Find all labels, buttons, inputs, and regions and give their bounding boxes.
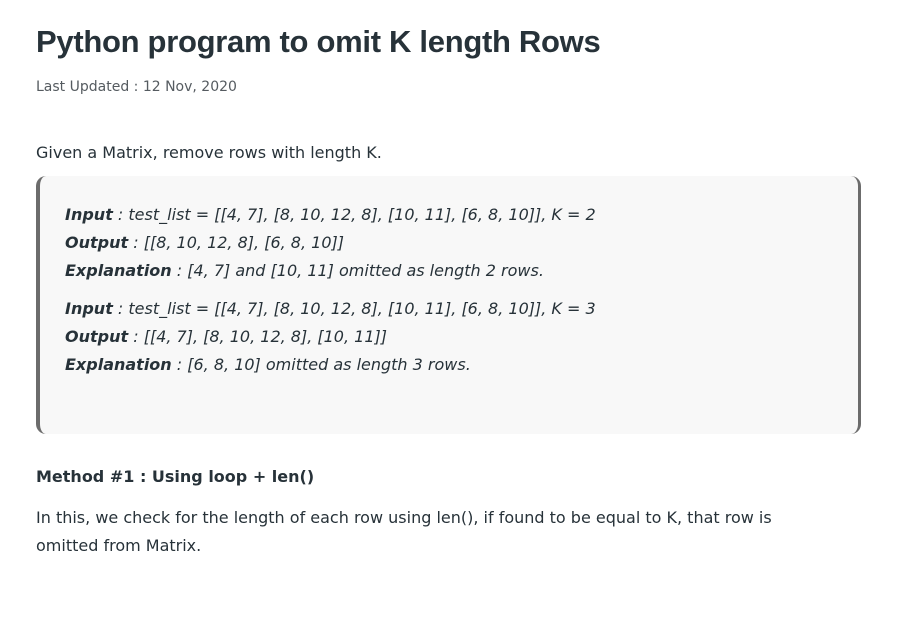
intro-paragraph: Given a Matrix, remove rows with length … [36, 143, 382, 162]
output-value: : [[8, 10, 12, 8], [6, 8, 10]] [128, 233, 344, 252]
example-explanation-line: Explanation : [4, 7] and [10, 11] omitte… [65, 257, 596, 285]
explanation-value: : [6, 8, 10] omitted as length 3 rows. [171, 355, 471, 374]
explanation-label: Explanation [65, 261, 172, 280]
output-label: Output [65, 327, 129, 346]
explanation-label: Explanation [65, 355, 172, 374]
explanation-value: : [4, 7] and [10, 11] omitted as length … [171, 261, 544, 280]
example-output-line: Output : [[4, 7], [8, 10, 12, 8], [10, 1… [65, 323, 596, 351]
example-2: Input : test_list = [[4, 7], [8, 10, 12,… [65, 295, 596, 379]
example-output-line: Output : [[8, 10, 12, 8], [6, 8, 10]] [65, 229, 596, 257]
input-value: : test_list = [[4, 7], [8, 10, 12, 8], [… [112, 205, 596, 224]
method-description: In this, we check for the length of each… [36, 508, 772, 555]
example-box: Input : test_list = [[4, 7], [8, 10, 12,… [36, 176, 861, 434]
example-1: Input : test_list = [[4, 7], [8, 10, 12,… [65, 201, 596, 285]
input-value: : test_list = [[4, 7], [8, 10, 12, 8], [… [112, 299, 596, 318]
last-updated-date: Last Updated : 12 Nov, 2020 [36, 79, 237, 95]
example-input-line: Input : test_list = [[4, 7], [8, 10, 12,… [65, 201, 596, 229]
method-heading: Method #1 : Using loop + len() [36, 467, 315, 486]
input-label: Input [65, 205, 113, 224]
input-label: Input [65, 299, 113, 318]
output-value: : [[4, 7], [8, 10, 12, 8], [10, 11]] [128, 327, 387, 346]
example-explanation-line: Explanation : [6, 8, 10] omitted as leng… [65, 351, 596, 379]
page-title: Python program to omit K length Rows [36, 24, 601, 59]
example-input-line: Input : test_list = [[4, 7], [8, 10, 12,… [65, 295, 596, 323]
output-label: Output [65, 233, 129, 252]
